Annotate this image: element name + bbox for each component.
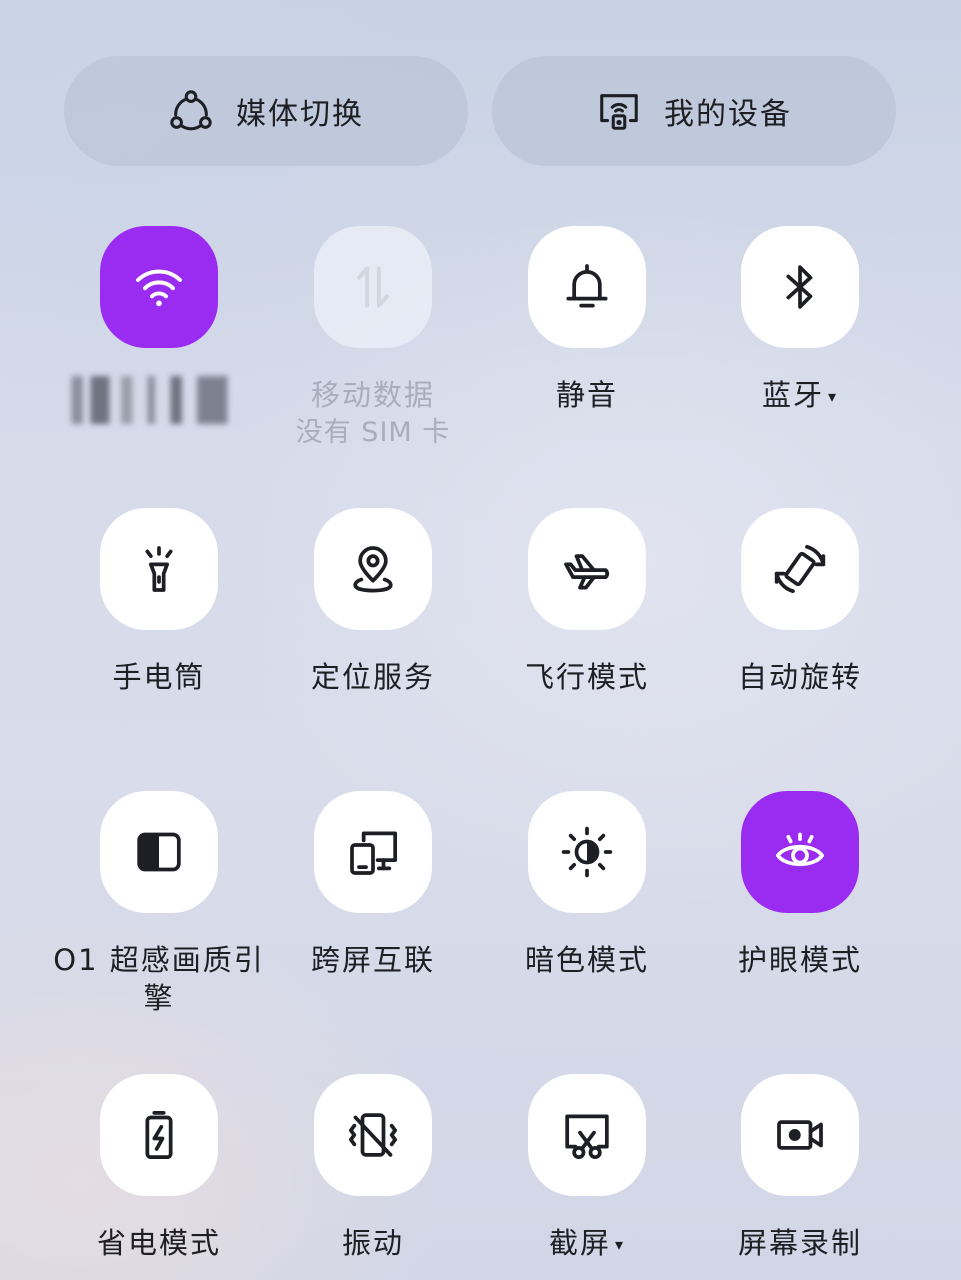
bluetooth-toggle[interactable] — [741, 226, 859, 348]
bluetooth-icon — [786, 265, 813, 309]
mobile-data-status: 没有 SIM 卡 — [295, 417, 451, 448]
screen-record-toggle[interactable] — [741, 1074, 859, 1196]
bluetooth-caret-icon[interactable]: ▾ — [828, 387, 838, 406]
flashlight-icon — [145, 546, 173, 592]
my-devices-button[interactable]: 我的设备 — [492, 56, 896, 166]
flashlight-toggle[interactable] — [100, 508, 218, 630]
airplane-toggle[interactable] — [528, 508, 646, 630]
vibrate-toggle[interactable] — [314, 1074, 432, 1196]
screen-record-label: 屏幕录制 — [737, 1226, 862, 1260]
tile-mobile-data[interactable]: 移动数据 没有 SIM 卡 — [266, 226, 480, 452]
tile-display-engine[interactable]: O1 超感画质引擎 — [52, 791, 266, 1017]
airplane-icon — [564, 554, 610, 590]
location-label: 定位服务 — [310, 660, 435, 694]
silent-toggle[interactable] — [528, 226, 646, 348]
tile-silent[interactable]: 静音 — [480, 226, 694, 414]
my-devices-label: 我的设备 — [664, 97, 792, 132]
eye-comfort-label: 护眼模式 — [737, 943, 862, 977]
location-toggle[interactable] — [314, 508, 432, 630]
screen-cast-toggle[interactable] — [314, 791, 432, 913]
mobile-data-icon — [357, 266, 389, 308]
battery-saver-label: 省电模式 — [96, 1226, 221, 1260]
wifi-icon — [136, 269, 182, 307]
display-engine-icon — [137, 832, 181, 872]
display-engine-label: O1 超感画质引擎 — [53, 943, 265, 1015]
tile-wifi[interactable] — [52, 226, 266, 424]
flashlight-label: 手电筒 — [112, 660, 206, 694]
screenshot-toggle[interactable] — [528, 1074, 646, 1196]
screen-record-icon — [777, 1120, 823, 1150]
auto-rotate-toggle[interactable] — [741, 508, 859, 630]
auto-rotate-label: 自动旋转 — [737, 660, 862, 694]
media-switch-button[interactable]: 媒体切换 — [64, 56, 468, 166]
screenshot-icon — [565, 1114, 609, 1160]
tile-airplane[interactable]: 飞行模式 — [480, 508, 694, 696]
airplane-label: 飞行模式 — [524, 660, 649, 694]
eye-icon — [775, 832, 825, 867]
tile-flashlight[interactable]: 手电筒 — [52, 508, 266, 696]
rotate-icon — [774, 544, 826, 594]
my-devices-icon — [600, 94, 638, 130]
battery-icon — [145, 1110, 173, 1160]
tile-eye-comfort[interactable]: 护眼模式 — [693, 791, 907, 979]
vibrate-label: 振动 — [341, 1226, 404, 1260]
media-switch-label: 媒体切换 — [236, 97, 364, 132]
tile-screen-record[interactable]: 屏幕录制 — [693, 1074, 907, 1262]
tile-vibrate[interactable]: 振动 — [266, 1074, 480, 1262]
tile-dark-mode[interactable]: 暗色模式 — [480, 791, 694, 979]
screenshot-caret-icon[interactable]: ▾ — [615, 1235, 625, 1254]
tile-location[interactable]: 定位服务 — [266, 508, 480, 696]
wifi-network-name-redacted — [64, 376, 254, 424]
eye-comfort-toggle[interactable] — [741, 791, 859, 913]
dark-mode-icon — [561, 826, 613, 878]
screen-cast-icon — [350, 831, 398, 875]
wifi-toggle[interactable] — [100, 226, 218, 348]
vibrate-icon — [348, 1113, 398, 1157]
mobile-data-toggle[interactable] — [314, 226, 432, 348]
tile-screen-cast[interactable]: 跨屏互联 — [266, 791, 480, 979]
screenshot-label: 截屏 — [548, 1226, 611, 1260]
screen-cast-label: 跨屏互联 — [310, 943, 435, 977]
bell-icon — [566, 264, 608, 308]
mobile-data-label: 移动数据 — [310, 378, 435, 412]
silent-label: 静音 — [555, 378, 618, 412]
display-engine-toggle[interactable] — [100, 791, 218, 913]
bluetooth-label-row[interactable]: 蓝牙 ▾ — [762, 376, 838, 416]
tile-battery-saver[interactable]: 省电模式 — [52, 1074, 266, 1262]
tile-auto-rotate[interactable]: 自动旋转 — [693, 508, 907, 696]
screenshot-label-row[interactable]: 截屏 ▾ — [549, 1224, 625, 1264]
dark-mode-toggle[interactable] — [528, 791, 646, 913]
battery-saver-toggle[interactable] — [100, 1074, 218, 1196]
media-switch-icon — [170, 90, 212, 131]
bluetooth-label: 蓝牙 — [761, 378, 824, 412]
tile-bluetooth[interactable]: 蓝牙 ▾ — [693, 226, 907, 416]
tile-screenshot[interactable]: 截屏 ▾ — [480, 1074, 694, 1264]
location-icon — [353, 546, 393, 593]
dark-mode-label: 暗色模式 — [524, 943, 649, 977]
